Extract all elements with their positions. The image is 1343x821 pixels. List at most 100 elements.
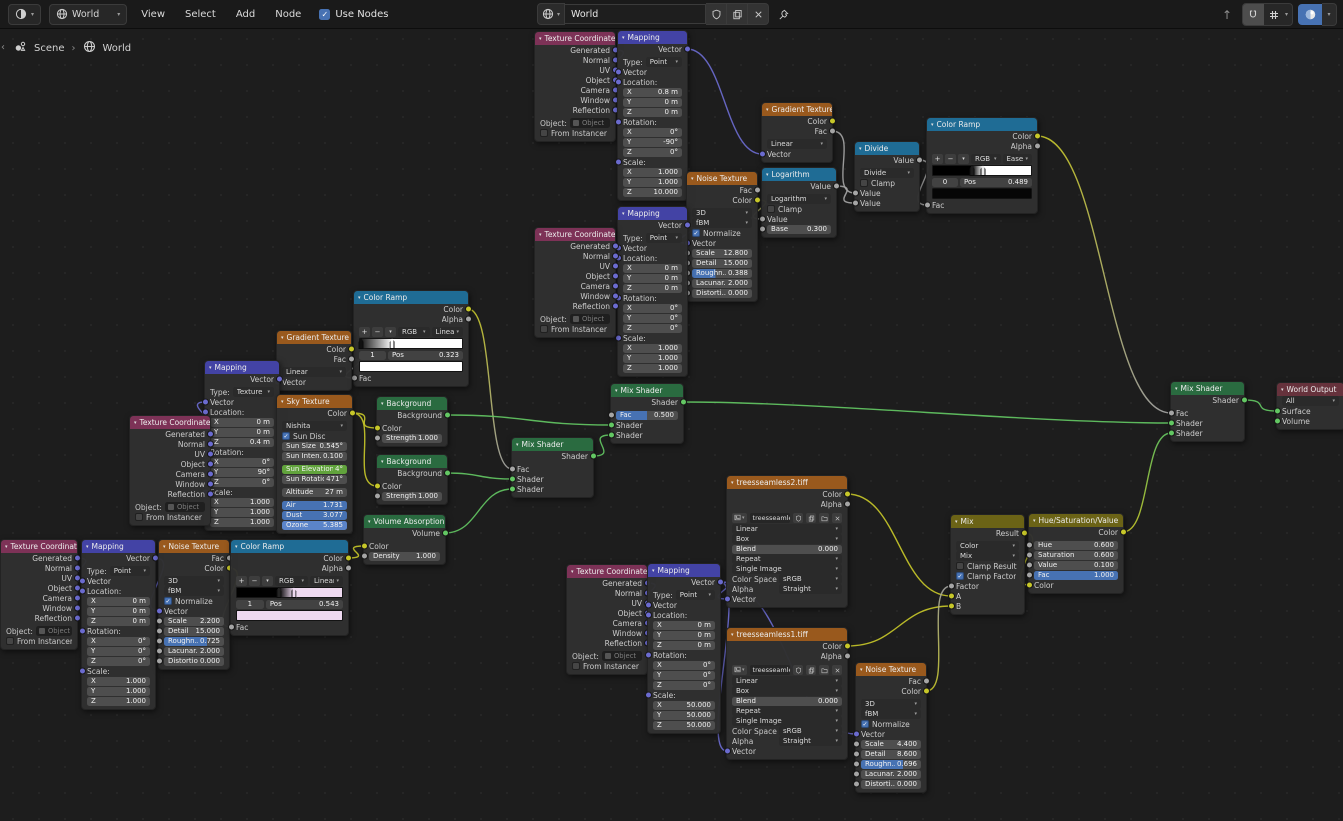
fake-user-button[interactable] — [706, 3, 727, 25]
dropdown[interactable]: Point▾ — [646, 233, 682, 243]
it1-node[interactable]: ▾treesseamless2.tiffColorAlpha▾treesseam… — [726, 475, 848, 608]
menu-select[interactable]: Select — [179, 9, 222, 20]
dropdown[interactable]: sRGB▾ — [779, 574, 842, 584]
dropdown[interactable]: Nishita▾ — [282, 421, 347, 431]
dropdown[interactable]: Box▾ — [732, 686, 842, 696]
node-header[interactable]: ▾Logarithm — [762, 168, 836, 181]
value-slider[interactable]: Y0° — [87, 647, 150, 656]
checkbox-box[interactable] — [540, 325, 548, 333]
normal-output-socket[interactable] — [207, 441, 214, 448]
object-output-socket[interactable] — [207, 461, 214, 468]
hue-input-socket[interactable] — [1026, 542, 1033, 549]
m3-node[interactable]: ▾MappingVectorType:Texture▾VectorLocatio… — [204, 360, 280, 531]
alpha-output-socket[interactable] — [345, 565, 352, 572]
node-header[interactable]: ▾Mix Shader — [1171, 382, 1244, 395]
value-slider[interactable]: Sun Rotation471° — [282, 475, 347, 484]
value-slider[interactable]: X0° — [623, 304, 682, 313]
value-slider[interactable]: Y-90° — [623, 138, 682, 147]
value-slider[interactable]: Z0° — [210, 478, 274, 487]
tc3-node[interactable]: ▾Texture CoordinateGeneratedNormalUVObje… — [129, 415, 211, 526]
checkbox-row[interactable]: ✓Normalize — [159, 596, 229, 606]
alpha-output-socket[interactable] — [844, 501, 851, 508]
gradient-bar[interactable] — [359, 338, 463, 349]
fac-input-socket[interactable] — [924, 202, 931, 209]
object-picker-field[interactable]: Objectpath d="M7 5 2.5 9.5M7 3l2 2 1.5-1… — [165, 502, 205, 512]
value-slider[interactable]: Roughn...0.388 — [692, 269, 752, 278]
snap-target-icon[interactable] — [1264, 4, 1285, 25]
checkbox-row[interactable]: Clamp Result — [951, 561, 1024, 571]
node-header[interactable]: ▾Texture Coordinate — [567, 565, 647, 578]
fac-input-socket[interactable] — [608, 412, 615, 419]
color-mode-dropdown[interactable]: RGB▾ — [971, 154, 1001, 164]
camera-output-socket[interactable] — [207, 471, 214, 478]
dropdown[interactable]: Point▾ — [110, 566, 150, 576]
generated-output-socket[interactable] — [207, 431, 214, 438]
m1-node[interactable]: ▾MappingVectorType:Point▾VectorLocation:… — [617, 30, 688, 201]
fake-user-button[interactable] — [793, 665, 803, 675]
detail-input-socket[interactable] — [156, 628, 163, 635]
gt1-node[interactable]: ▾Gradient TextureColorFacLinear▾Vector — [761, 102, 833, 163]
node-header[interactable]: ▾Texture Coordinate — [535, 228, 615, 241]
hsv-node[interactable]: ▾Hue/Saturation/ValueColorHue0.600Satura… — [1028, 513, 1124, 594]
location-input-socket[interactable] — [79, 588, 86, 595]
vector-input-socket[interactable] — [724, 596, 731, 603]
checkbox-row[interactable]: From Instancer — [567, 661, 647, 671]
node-header[interactable]: ▾Background — [377, 455, 447, 468]
dropdown[interactable]: 3D▾ — [692, 208, 752, 218]
color-output-socket[interactable] — [844, 491, 851, 498]
object-output-socket[interactable] — [612, 273, 619, 280]
chevron-down-icon[interactable]: ▾ — [1285, 11, 1292, 18]
position-slider[interactable]: Pos0.489 — [960, 178, 1032, 187]
ms3-node[interactable]: ▾Mix ShaderShaderFacShaderShader — [1170, 381, 1245, 442]
cr2-node[interactable]: ▾Color RampColorAlpha+−▾RGB▾Linear▾1Pos0… — [353, 290, 469, 387]
node-header[interactable]: ▾Mapping — [205, 361, 279, 374]
checkbox-box[interactable] — [135, 513, 143, 521]
checkbox-box[interactable] — [860, 179, 868, 187]
reflection-output-socket[interactable] — [207, 491, 214, 498]
vector-output-socket[interactable] — [717, 579, 724, 586]
ramp-options-icon[interactable]: ▾ — [262, 576, 273, 586]
lacunarity-input-socket[interactable] — [853, 771, 860, 778]
vector-input-socket[interactable] — [615, 69, 622, 76]
dropdown[interactable]: Single Image▾ — [732, 716, 842, 726]
dropdown[interactable]: fBM▾ — [164, 586, 224, 596]
checkbox-box[interactable] — [956, 562, 964, 570]
value-slider[interactable]: Ozone5.385 — [282, 521, 347, 530]
image-icon[interactable] — [734, 666, 741, 675]
value-slider[interactable]: Z0.4 m — [210, 438, 274, 447]
dropdown[interactable]: Linear▾ — [282, 367, 346, 377]
color-swatch[interactable] — [932, 188, 1032, 199]
value-slider[interactable]: X0° — [653, 661, 715, 670]
eyedropper-icon[interactable]: path d="M7 5 2.5 9.5M7 3l2 2 1.5-1.5a1.4… — [202, 503, 209, 512]
distortion-input-socket[interactable] — [853, 781, 860, 788]
value-slider[interactable]: Roughn...0.696 — [861, 760, 921, 769]
window-output-socket[interactable] — [74, 605, 81, 612]
cr3-node[interactable]: ▾Color RampColorAlpha+−▾RGB▾Linear▾1Pos0… — [230, 539, 349, 636]
rotation-input-socket[interactable] — [79, 628, 86, 635]
nt2-node[interactable]: ▾Noise TextureFacColor3D▾fBM▾✓NormalizeV… — [158, 539, 230, 670]
checkbox-row[interactable]: Clamp — [855, 178, 919, 188]
vector-output-socket[interactable] — [684, 46, 691, 53]
ms2-node[interactable]: ▾Mix ShaderShaderFac0.500ShaderShader — [610, 383, 684, 444]
checkbox-row[interactable]: ✓Normalize — [687, 228, 757, 238]
bg1-node[interactable]: ▾BackgroundBackgroundColorStrength1.000 — [376, 396, 448, 447]
location-input-socket[interactable] — [645, 612, 652, 619]
value-slider[interactable]: Y1.000 — [87, 687, 150, 696]
close-icon[interactable] — [832, 665, 842, 675]
checkbox-row[interactable]: ✓Normalize — [856, 719, 926, 729]
shader2-input-socket[interactable] — [1168, 430, 1175, 437]
add-stop-button[interactable]: + — [359, 327, 370, 337]
value-slider[interactable]: X0 m — [653, 621, 715, 630]
value-slider[interactable]: X50.000 — [653, 701, 715, 710]
node-header[interactable]: ▾Color Ramp — [927, 118, 1037, 131]
background-output-socket[interactable] — [444, 412, 451, 419]
color-swatch[interactable] — [359, 361, 463, 372]
uv-output-socket[interactable] — [612, 263, 619, 270]
distortion-input-socket[interactable] — [156, 658, 163, 665]
value-slider[interactable]: Z50.000 — [653, 721, 715, 730]
result-output-socket[interactable] — [1021, 530, 1028, 537]
roughness-input-socket[interactable] — [156, 638, 163, 645]
base-input-socket[interactable] — [759, 226, 766, 233]
checkbox-row[interactable]: Clamp — [762, 204, 836, 214]
tc1-node[interactable]: ▾Texture CoordinateGeneratedNormalUVObje… — [534, 31, 616, 142]
